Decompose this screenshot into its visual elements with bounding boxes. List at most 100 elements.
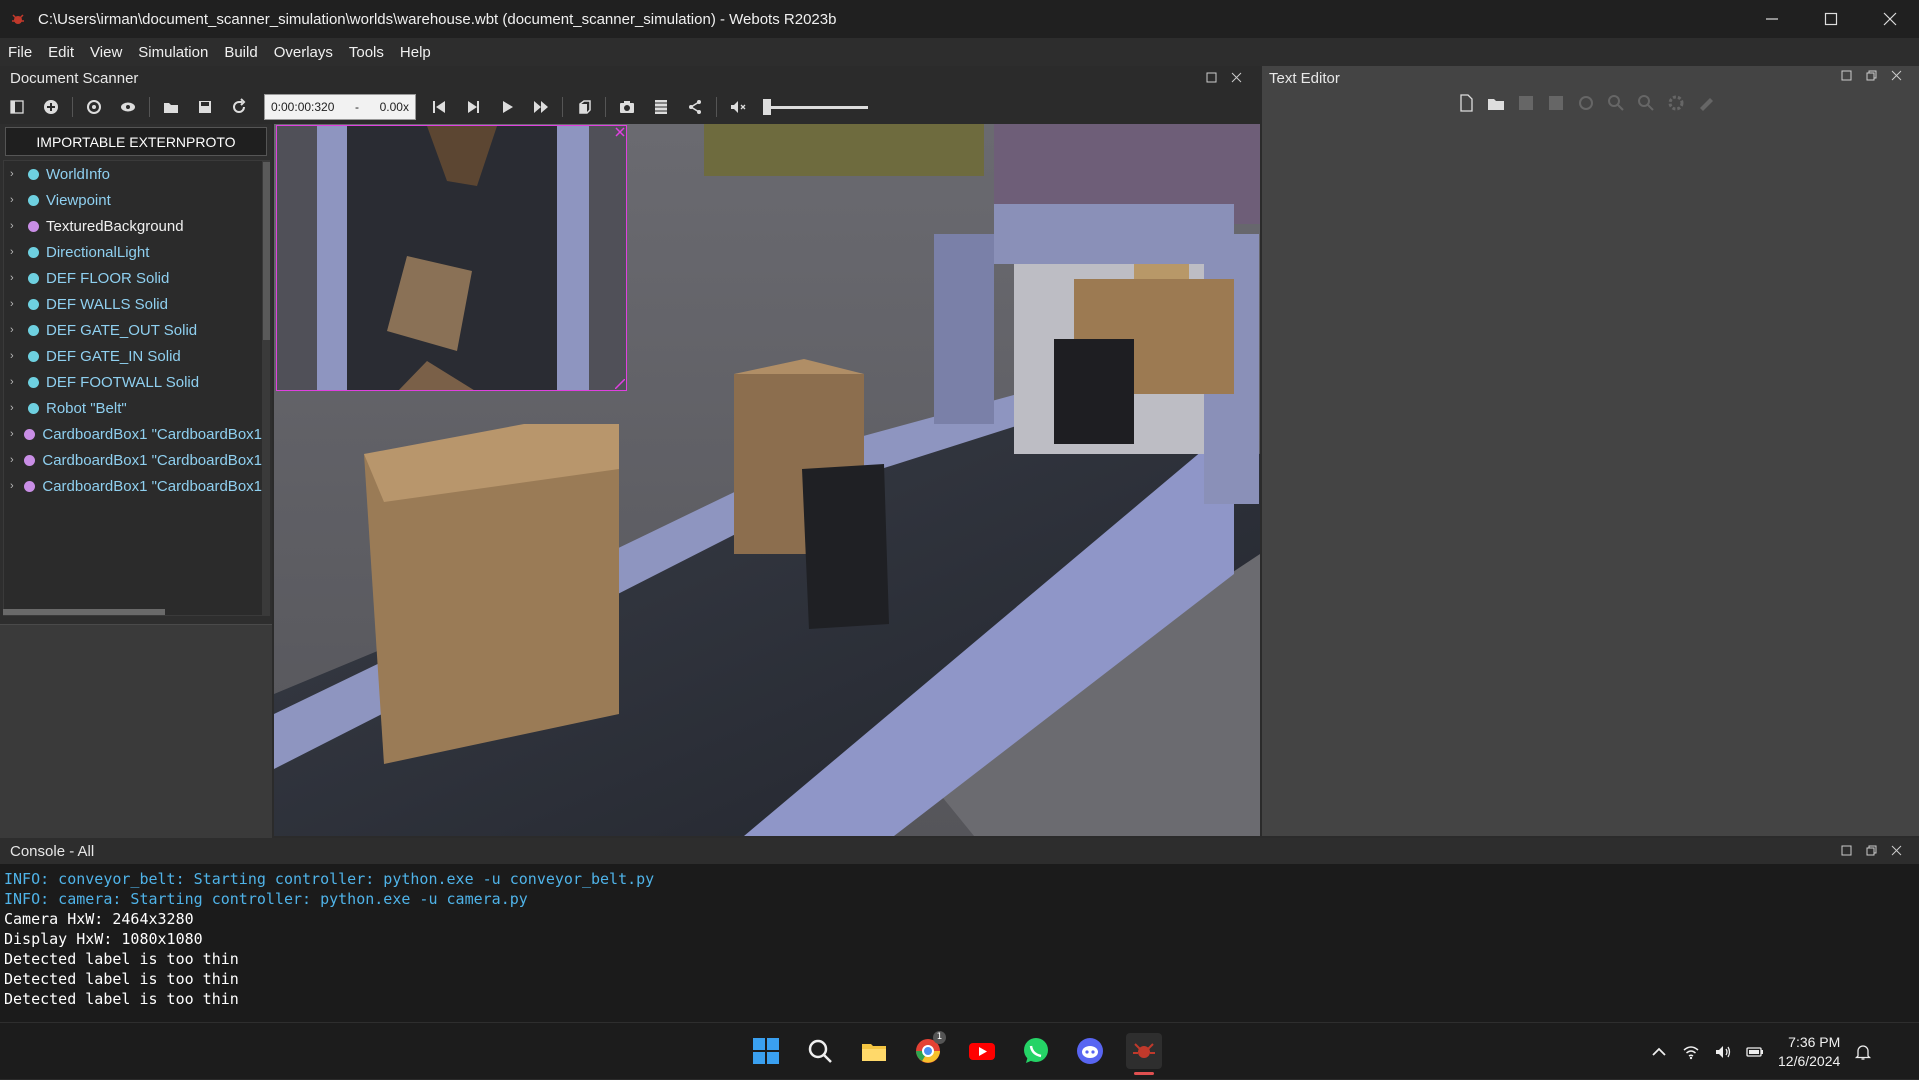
clock[interactable]: 7:36 PM 12/6/2024 (1778, 1033, 1840, 1071)
minimize-button[interactable] (1742, 0, 1801, 38)
add-node-button[interactable] (34, 92, 68, 122)
play-button[interactable] (490, 92, 524, 122)
float-icon[interactable] (1841, 70, 1852, 81)
tree-item[interactable]: › CardboardBox1 "CardboardBox1 (4, 421, 262, 447)
expand-arrow-icon[interactable]: › (10, 480, 16, 492)
menu-overlays[interactable]: Overlays (266, 44, 341, 61)
tree-item-label: CardboardBox1 "CardboardBox1 (42, 425, 262, 443)
reload-world-button[interactable] (222, 92, 256, 122)
reset-simulation-button[interactable] (422, 92, 456, 122)
tree-item[interactable]: › DEF FOOTWALL Solid (4, 369, 262, 395)
text-editor-toolbar (1455, 92, 1717, 114)
tree-item[interactable]: › WorldInfo (4, 161, 262, 187)
expand-arrow-icon[interactable]: › (10, 454, 16, 466)
youtube-button[interactable] (964, 1033, 1000, 1069)
battery-icon[interactable] (1746, 1043, 1764, 1061)
start-button[interactable] (748, 1033, 784, 1069)
system-tray: 7:36 PM 12/6/2024 (1650, 1023, 1872, 1080)
save-as-icon[interactable] (1545, 92, 1567, 114)
expand-arrow-icon[interactable]: › (10, 168, 20, 180)
tree-item[interactable]: › DEF FLOOR Solid (4, 265, 262, 291)
console-line: Detected label is too thin (4, 990, 239, 1008)
expand-arrow-icon[interactable]: › (10, 194, 20, 206)
menu-build[interactable]: Build (216, 44, 265, 61)
webots-button[interactable] (1126, 1033, 1162, 1075)
expand-arrow-icon[interactable]: › (10, 376, 20, 388)
tree-horizontal-scrollbar[interactable] (3, 609, 263, 615)
tree-item[interactable]: › TexturedBackground (4, 213, 262, 239)
expand-arrow-icon[interactable]: › (10, 298, 20, 310)
float-icon[interactable] (1206, 72, 1217, 83)
tree-item[interactable]: › Viewpoint (4, 187, 262, 213)
save-icon[interactable] (1515, 92, 1537, 114)
open-folder-icon[interactable] (1485, 92, 1507, 114)
menu-file[interactable]: File (0, 44, 40, 61)
search-button[interactable] (802, 1033, 838, 1069)
screenshot-button[interactable] (610, 92, 644, 122)
wifi-icon[interactable] (1682, 1043, 1700, 1061)
file-explorer-icon (862, 1044, 886, 1061)
notification-bell-icon[interactable] (1854, 1043, 1872, 1061)
tree-item[interactable]: › CardboardBox1 "CardboardBox1 (4, 473, 262, 499)
expand-arrow-icon[interactable]: › (10, 402, 20, 414)
whatsapp-button[interactable] (1018, 1033, 1054, 1069)
expand-arrow-icon[interactable]: › (10, 272, 20, 284)
tree-item[interactable]: › DEF GATE_OUT Solid (4, 317, 262, 343)
expand-arrow-icon[interactable]: › (10, 220, 20, 232)
close-overlay-icon[interactable] (615, 127, 625, 137)
rendering-button[interactable] (567, 92, 601, 122)
tree-item[interactable]: › CardboardBox1 "CardboardBox1 (4, 447, 262, 473)
undock-icon[interactable] (1866, 845, 1877, 856)
chrome-button[interactable]: 1 (910, 1031, 946, 1069)
resize-handle-icon[interactable] (615, 379, 625, 389)
mute-button[interactable] (721, 92, 755, 122)
tree-item[interactable]: › DirectionalLight (4, 239, 262, 265)
chevron-up-icon[interactable] (1650, 1043, 1668, 1061)
volume-icon[interactable] (1714, 1043, 1732, 1061)
new-file-icon[interactable] (1455, 92, 1477, 114)
tree-item[interactable]: › Robot "Belt" (4, 395, 262, 421)
tree-item[interactable]: › DEF WALLS Solid (4, 291, 262, 317)
float-icon[interactable] (1841, 845, 1852, 856)
tree-item[interactable]: › DEF GATE_IN Solid (4, 343, 262, 369)
close-icon[interactable] (1891, 845, 1902, 856)
discord-button[interactable] (1072, 1033, 1108, 1069)
record-movie-button[interactable] (644, 92, 678, 122)
volume-slider[interactable] (763, 95, 868, 119)
settings-icon[interactable] (1665, 92, 1687, 114)
print-icon[interactable] (1695, 92, 1717, 114)
importable-externproto-button[interactable]: IMPORTABLE EXTERNPROTO (5, 127, 267, 156)
menu-edit[interactable]: Edit (40, 44, 82, 61)
scene-tree-list[interactable]: › WorldInfo › Viewpoint › TexturedBackground ›… (3, 160, 263, 616)
replace-icon[interactable] (1635, 92, 1657, 114)
share-button[interactable] (678, 92, 712, 122)
text-editor-panel[interactable] (1262, 66, 1919, 836)
close-button[interactable] (1860, 0, 1919, 38)
find-icon[interactable] (1605, 92, 1627, 114)
reset-viewpoint-button[interactable] (77, 92, 111, 122)
view-options-button[interactable] (111, 92, 145, 122)
fast-forward-button[interactable] (524, 92, 558, 122)
expand-arrow-icon[interactable]: › (10, 246, 20, 258)
menu-simulation[interactable]: Simulation (130, 44, 216, 61)
maximize-button[interactable] (1801, 0, 1860, 38)
file-explorer-button[interactable] (856, 1033, 892, 1069)
menu-view[interactable]: View (82, 44, 130, 61)
expand-arrow-icon[interactable]: › (10, 428, 16, 440)
save-world-button[interactable] (188, 92, 222, 122)
revert-icon[interactable] (1575, 92, 1597, 114)
tree-vertical-scrollbar[interactable] (263, 160, 270, 616)
camera-overlay[interactable] (276, 125, 627, 391)
open-world-button[interactable] (154, 92, 188, 122)
close-icon[interactable] (1231, 72, 1242, 83)
step-button[interactable] (456, 92, 490, 122)
undock-icon[interactable] (1866, 70, 1877, 81)
menu-help[interactable]: Help (392, 44, 439, 61)
expand-arrow-icon[interactable]: › (10, 324, 20, 336)
close-icon[interactable] (1891, 70, 1902, 81)
toggle-scene-tree-button[interactable] (0, 92, 34, 122)
expand-arrow-icon[interactable]: › (10, 350, 20, 362)
console-output[interactable]: INFO: conveyor_belt: Starting controller… (4, 869, 654, 1009)
3d-viewport[interactable] (274, 124, 1260, 836)
menu-tools[interactable]: Tools (341, 44, 392, 61)
